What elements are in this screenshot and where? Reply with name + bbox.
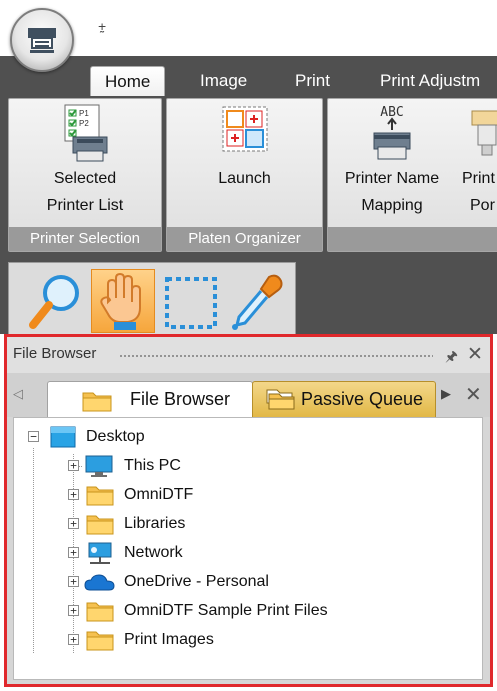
tab-scroll-right-icon[interactable]: ▶	[441, 386, 451, 402]
cloud-icon	[84, 574, 115, 591]
stacked-folder-icon	[266, 389, 295, 410]
expand-icon[interactable]: +	[68, 460, 79, 471]
tree-node-network[interactable]: + Network	[14, 540, 414, 566]
pane-drag-grip[interactable]	[119, 354, 433, 358]
button-label-line2: Printer List	[46, 197, 124, 214]
expand-icon[interactable]: +	[68, 576, 79, 587]
printer-port-button[interactable]: Print Por	[456, 103, 497, 219]
eyedropper-icon	[232, 274, 283, 330]
tree-node-print-images[interactable]: + Print Images	[14, 627, 414, 653]
collapse-icon[interactable]: −	[28, 431, 39, 442]
selected-printer-list-button[interactable]: P1 P2 Selected Printer List	[9, 103, 161, 219]
document-tab-strip: ◁ File Browser Passive Queue ▶ ✕	[7, 373, 490, 417]
ribbon-tab-bar: Home Image Print Print Adjustm	[0, 56, 497, 97]
folder-icon	[86, 602, 114, 622]
group-printer-selection: P1 P2 Selected Printer List Printer Sele…	[8, 98, 162, 252]
tree-node-label: Desktop	[86, 428, 145, 445]
pane-close-icon[interactable]: ✕	[467, 343, 483, 366]
launch-platen-organizer-button[interactable]: Launch	[167, 103, 322, 192]
tree-node-label: This PC	[124, 457, 181, 474]
marquee-icon	[165, 277, 217, 329]
tree-node-label: OmniDTF Sample Print Files	[124, 602, 328, 619]
tree-node-label: Network	[124, 544, 183, 561]
tree-node-libraries[interactable]: + Libraries	[14, 511, 414, 537]
folder-icon	[82, 392, 112, 412]
tab-file-browser[interactable]: File Browser	[47, 381, 253, 417]
folder-icon	[86, 515, 114, 535]
folder-tree: − Desktop + This PC + OmniDTF + Librarie…	[13, 417, 483, 680]
ribbon-panel: P1 P2 Selected Printer List Printer Sele…	[0, 96, 497, 254]
expand-icon[interactable]: +	[68, 634, 79, 645]
monitor-icon	[85, 455, 113, 477]
pan-tool[interactable]	[91, 269, 155, 333]
network-icon	[88, 542, 112, 564]
tab-scroll-left-icon[interactable]: ◁	[13, 386, 23, 402]
tree-node-desktop[interactable]: − Desktop	[14, 424, 314, 450]
quick-access-customize-icon[interactable]: ⨦	[98, 18, 106, 32]
svg-text:P2: P2	[79, 119, 89, 128]
printer-name-mapping-icon: ABC	[373, 105, 411, 160]
select-tool[interactable]	[159, 269, 223, 333]
expand-icon[interactable]: +	[68, 489, 79, 500]
file-browser-pane: File Browser 🖈 ✕ ◁ File Browser Passive …	[4, 334, 493, 687]
title-bar	[0, 0, 497, 56]
group-label: Printer Selection	[9, 227, 161, 251]
desktop-icon	[50, 426, 76, 448]
pane-header[interactable]: File Browser 🖈 ✕	[7, 337, 490, 373]
tree-node-label: Libraries	[124, 515, 186, 532]
tree-node-omnidtf-sample-print-files[interactable]: + OmniDTF Sample Print Files	[14, 598, 474, 624]
folder-icon	[86, 486, 114, 506]
tab-label: Passive Queue	[301, 389, 424, 409]
group-label: Platen Organizer	[167, 227, 322, 251]
expand-icon[interactable]: +	[68, 518, 79, 529]
platen-organizer-icon	[222, 106, 267, 152]
pin-icon[interactable]: 🖈	[445, 346, 458, 370]
tree-node-omnidtf[interactable]: + OmniDTF	[14, 482, 414, 508]
tool-palette-strip	[0, 254, 497, 334]
tree-node-label: OneDrive - Personal	[124, 573, 269, 590]
hand-icon	[100, 272, 141, 330]
button-label-line1: Launch	[218, 170, 271, 187]
printer-port-icon	[471, 110, 497, 156]
group-platen-organizer: Launch Platen Organizer	[166, 98, 323, 252]
eyedropper-tool[interactable]	[225, 269, 289, 333]
tree-node-label: OmniDTF	[124, 486, 194, 503]
pane-title: File Browser	[13, 345, 97, 362]
printer-name-mapping-button[interactable]: ABC Printer Name Mapping	[332, 103, 452, 219]
tab-passive-queue[interactable]: Passive Queue	[252, 381, 436, 417]
tab-close-icon[interactable]: ✕	[465, 382, 482, 407]
magnifier-icon	[29, 275, 79, 329]
group-label	[328, 227, 497, 251]
tab-image[interactable]: Image	[200, 66, 247, 96]
tree-node-label: Print Images	[124, 631, 214, 648]
application-menu-button[interactable]	[10, 8, 74, 72]
tree-node-this-pc[interactable]: + This PC	[14, 453, 414, 479]
printer-logo-icon	[28, 28, 56, 53]
button-label-line2: Por	[470, 197, 495, 214]
folder-icon	[86, 631, 114, 651]
printer-list-icon: P1 P2	[64, 104, 108, 162]
tab-print-adjustments[interactable]: Print Adjustm	[380, 66, 480, 96]
tab-print[interactable]: Print	[295, 66, 330, 96]
button-label-line1: Printer Name	[344, 170, 440, 187]
group-printer-mapping: ABC Printer Name Mapping Print Por	[327, 98, 497, 252]
tool-palette	[8, 262, 296, 334]
tree-node-onedrive[interactable]: + OneDrive - Personal	[14, 569, 434, 595]
expand-icon[interactable]: +	[68, 605, 79, 616]
button-label-line1: Selected	[53, 170, 117, 187]
svg-text:P1: P1	[79, 109, 89, 118]
button-label-line1: Print	[462, 170, 495, 187]
tab-label: File Browser	[130, 389, 231, 409]
zoom-tool[interactable]	[25, 269, 89, 333]
expand-icon[interactable]: +	[68, 547, 79, 558]
button-label-line2: Mapping	[361, 197, 423, 214]
tab-home[interactable]: Home	[90, 66, 166, 97]
